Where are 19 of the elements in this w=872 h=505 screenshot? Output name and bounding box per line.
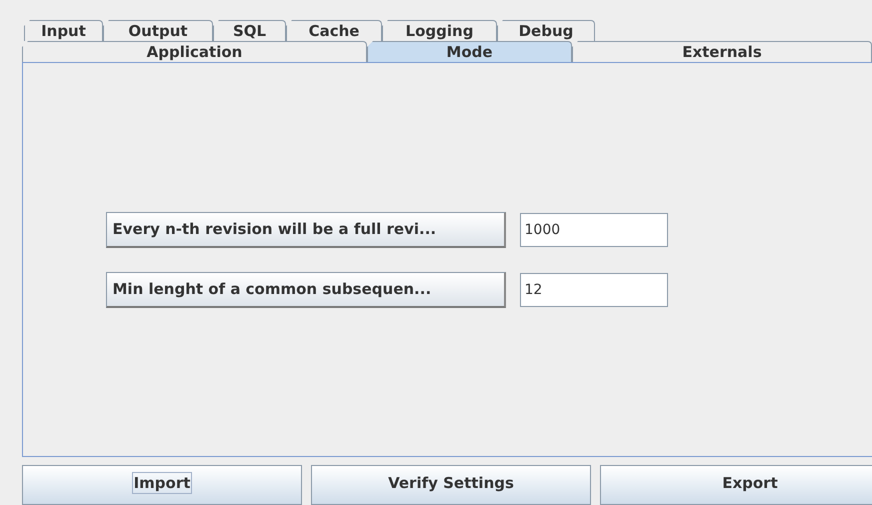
input-field[interactable]: 12 bbox=[520, 272, 668, 306]
tab[interactable]: SQL bbox=[213, 20, 286, 41]
tab[interactable]: Mode bbox=[367, 41, 572, 62]
tab[interactable]: Debug bbox=[497, 20, 595, 41]
tab[interactable]: Externals bbox=[572, 41, 872, 62]
focus-outline: Verify Settings bbox=[387, 473, 515, 493]
focus-outline: Export bbox=[721, 473, 779, 493]
focus-outline: Import bbox=[132, 473, 192, 493]
export-button[interactable]: Export bbox=[600, 465, 872, 505]
tab[interactable]: Cache bbox=[286, 20, 382, 41]
verify-button[interactable]: Verify Settings bbox=[311, 465, 591, 505]
input-field[interactable]: 1000 bbox=[520, 212, 668, 246]
tab[interactable]: Application bbox=[22, 41, 367, 62]
tab[interactable]: Output bbox=[103, 20, 213, 41]
tab[interactable]: Logging bbox=[382, 20, 497, 41]
setting-button[interactable]: Every n-th revision will be a full revi... bbox=[106, 212, 506, 248]
import-button[interactable]: Import bbox=[22, 465, 302, 505]
setting-button[interactable]: Min lenght of a common subsequen... bbox=[106, 272, 506, 308]
tab[interactable]: Input bbox=[24, 20, 103, 41]
